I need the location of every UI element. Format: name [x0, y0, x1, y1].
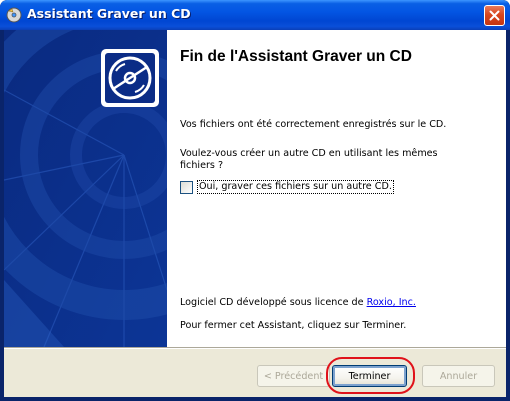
wizard-window: Assistant Graver un CD Fin de l'Assistan… — [0, 0, 510, 401]
title-bar[interactable]: Assistant Graver un CD — [0, 0, 510, 30]
close-icon — [489, 10, 500, 21]
burn-again-checkbox[interactable] — [180, 180, 193, 194]
highlight-annotation — [326, 357, 415, 394]
page-title: Fin de l'Assistant Graver un CD — [180, 48, 412, 65]
close-hint: Pour fermer cet Assistant, cliquez sur T… — [180, 320, 407, 331]
footer-separator — [4, 347, 506, 349]
window-title: Assistant Graver un CD — [27, 6, 191, 21]
roxio-link[interactable]: Roxio, Inc. — [367, 297, 416, 308]
wizard-frame: Fin de l'Assistant Graver un CD Vos fich… — [4, 30, 506, 397]
previous-button[interactable]: < Précédent — [257, 365, 330, 387]
question-text: Voulez-vous créer un autre CD en utilisa… — [180, 148, 438, 171]
saved-message: Vos fichiers ont été correctement enregi… — [180, 119, 447, 130]
cd-disc-icon — [101, 49, 159, 107]
wizard-content: Fin de l'Assistant Graver un CD Vos fich… — [167, 30, 506, 347]
license-prefix: Logiciel CD développé sous licence de — [180, 297, 367, 308]
burn-again-label[interactable]: Oui, graver ces fichiers sur un autre CD… — [197, 180, 394, 194]
cancel-button[interactable]: Annuler — [422, 365, 495, 387]
license-text: Logiciel CD développé sous licence de Ro… — [180, 297, 500, 309]
wizard-cd-icon — [6, 7, 22, 23]
close-button[interactable] — [484, 5, 505, 26]
wizard-side-banner — [4, 30, 167, 347]
burn-again-option[interactable]: Oui, graver ces fichiers sur un autre CD… — [180, 180, 394, 194]
